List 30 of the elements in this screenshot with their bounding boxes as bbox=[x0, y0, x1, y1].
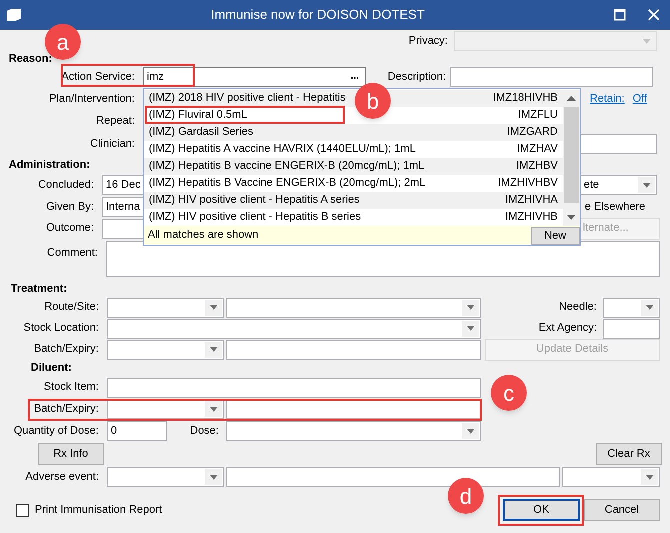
field-label: Ext Agency: bbox=[538, 321, 598, 336]
field-label: Stock Item: bbox=[42, 380, 100, 396]
field-label: Batch/Expiry: bbox=[33, 402, 100, 417]
field-label: Action Service: bbox=[60, 70, 136, 85]
field-label: Quantity of Dose: bbox=[13, 424, 100, 439]
field-label: Repeat: bbox=[95, 114, 136, 129]
checkbox-label: e Elsewhere bbox=[585, 200, 646, 215]
section-heading: Administration: bbox=[9, 158, 90, 173]
checkbox-label: Print Immunisation Report bbox=[35, 502, 162, 518]
field-label: Needle: bbox=[559, 300, 598, 316]
status-text: All matches are shown bbox=[148, 228, 260, 244]
field-label: Batch/Expiry: bbox=[33, 342, 100, 358]
section-heading: Reason: bbox=[9, 52, 52, 67]
field-label: Stock Location: bbox=[22, 321, 100, 336]
callout-badge: c bbox=[491, 375, 527, 411]
field-label: Concluded: bbox=[37, 178, 95, 193]
section-heading: Treatment: bbox=[11, 282, 68, 298]
field-label: Route/Site: bbox=[44, 300, 100, 316]
field-label: Plan/Intervention: bbox=[48, 92, 136, 107]
window-title: Immunise now for DOISON DOTEST bbox=[210, 6, 426, 24]
callout-badge: d bbox=[448, 478, 484, 514]
field-label: Outcome: bbox=[45, 221, 95, 236]
field-label: Description: bbox=[386, 70, 447, 85]
field-label: Privacy: bbox=[408, 34, 449, 49]
field-label: Adverse event: bbox=[24, 470, 100, 485]
field-label: Comment: bbox=[46, 246, 99, 261]
section-heading: Diluent: bbox=[31, 361, 72, 376]
field-label: Dose: bbox=[189, 424, 220, 439]
field-label: Given By: bbox=[45, 200, 95, 215]
field-label: Clinician: bbox=[89, 136, 136, 152]
